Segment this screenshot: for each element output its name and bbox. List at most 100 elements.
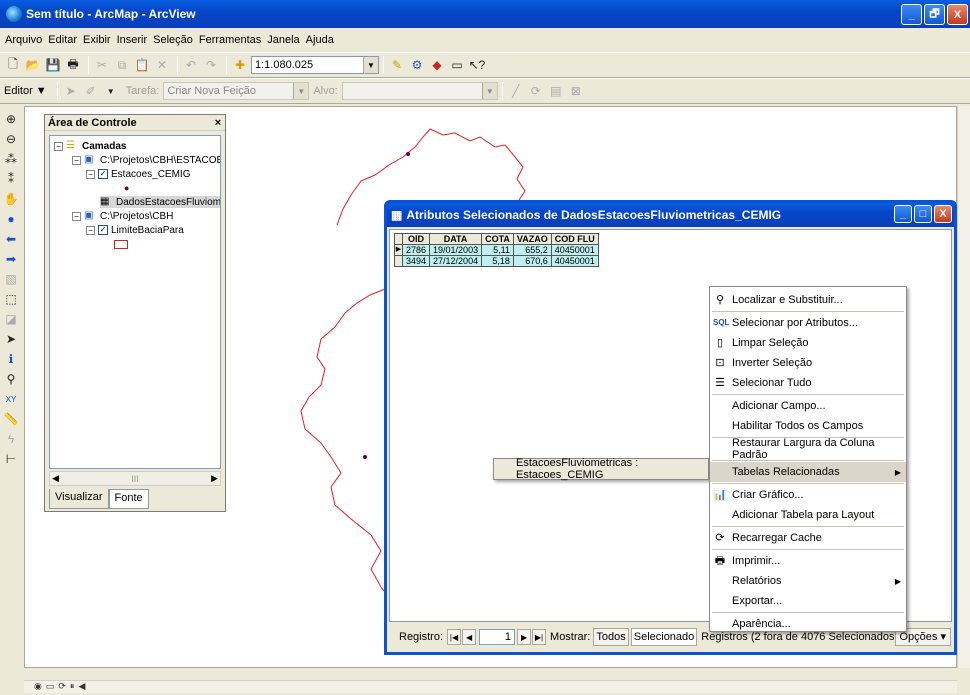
zoom-in-icon[interactable]: ⊕ — [2, 110, 20, 128]
select-elements-icon[interactable]: ▧ — [2, 270, 20, 288]
sketch-dropdown-icon[interactable]: ▼ — [102, 82, 120, 100]
menu-janela[interactable]: Janela — [267, 34, 299, 46]
zoom-out-icon[interactable]: ⊖ — [2, 130, 20, 148]
paste-icon[interactable]: 📋 — [133, 56, 151, 74]
measure-icon[interactable]: 📏 — [2, 410, 20, 428]
collapse-icon[interactable]: − — [72, 155, 81, 165]
scroll-left-icon[interactable]: ◀ — [78, 681, 85, 692]
menu-inserir[interactable]: Inserir — [117, 34, 148, 46]
identify-icon[interactable]: ℹ — [2, 350, 20, 368]
table-cell[interactable]: 3494 — [401, 255, 431, 267]
attributes-icon[interactable]: ▤ — [547, 82, 565, 100]
target-combobox[interactable]: ▼ — [341, 82, 498, 100]
first-record-icon[interactable]: |◀ — [447, 629, 462, 645]
menu-exibir[interactable]: Exibir — [83, 34, 111, 46]
editor-menu[interactable]: Editor ▼ — [4, 85, 47, 97]
menu-item-select-all[interactable]: ☰ Selecionar Tudo — [710, 373, 906, 393]
collapse-icon[interactable]: − — [86, 169, 95, 179]
column-header[interactable]: VAZAO — [512, 233, 552, 245]
table-cell[interactable]: 19/01/2003 — [429, 244, 483, 256]
clear-selected-icon[interactable]: ◪ — [2, 310, 20, 328]
close-button[interactable]: X — [947, 4, 968, 25]
menu-item-enable-all-fields[interactable]: Habilitar Todos os Campos — [710, 416, 906, 436]
collapse-icon[interactable]: − — [54, 141, 63, 151]
editor-toolbar-icon[interactable]: ✎ — [388, 56, 406, 74]
fixed-zoom-in-icon[interactable]: ⁂ — [2, 150, 20, 168]
layer-visibility-checkbox[interactable]: ✓ — [98, 169, 108, 179]
split-tool-icon[interactable]: ╱ — [507, 82, 525, 100]
pointer-icon[interactable]: ➤ — [2, 330, 20, 348]
scroll-left-icon[interactable]: ◀ — [52, 473, 59, 484]
sketch-properties-icon[interactable]: ⊠ — [567, 82, 585, 100]
menu-item-appearance[interactable]: Aparência... — [710, 614, 906, 634]
record-number-input[interactable]: 1 — [479, 629, 516, 645]
maximize-button[interactable]: □ — [914, 205, 932, 223]
menu-item-reports[interactable]: Relatórios ▶ — [710, 571, 906, 591]
menu-ferramentas[interactable]: Ferramentas — [199, 34, 261, 46]
edit-tool-icon[interactable]: ➤ — [62, 82, 80, 100]
table-cell[interactable]: 5,18 — [481, 255, 514, 267]
arctoolbox-icon[interactable]: ⚙ — [408, 56, 426, 74]
close-icon[interactable]: × — [211, 116, 225, 130]
station-point[interactable] — [363, 455, 367, 459]
show-all-button[interactable]: Todos — [593, 628, 629, 646]
refresh-view-icon[interactable]: ⟳ — [58, 681, 66, 692]
menu-item-export[interactable]: Exportar... — [710, 591, 906, 611]
collapse-icon[interactable]: − — [86, 225, 95, 235]
fixed-zoom-out-icon[interactable]: ⁑ — [2, 170, 20, 188]
last-record-icon[interactable]: ▶| — [532, 629, 547, 645]
scale-combobox[interactable]: 1:1.080.025 ▼ — [251, 56, 379, 74]
sketch-tool-icon[interactable]: ✐ — [82, 82, 100, 100]
table-cell[interactable]: 5,11 — [481, 244, 514, 256]
cut-icon[interactable]: ✂ — [93, 56, 111, 74]
layer-visibility-checkbox[interactable]: ✓ — [98, 225, 108, 235]
scroll-right-icon[interactable]: ▶ — [211, 473, 218, 484]
menu-item-restore-column-width[interactable]: Restaurar Largura da Coluna Padrão — [710, 437, 906, 461]
menu-item-print[interactable]: 🖶 Imprimir... — [710, 551, 906, 571]
task-combobox[interactable]: Criar Nova Feição ▼ — [163, 82, 310, 100]
table-cell[interactable]: 670,6 — [512, 255, 552, 267]
find-binoculars-icon[interactable]: ⚲ — [2, 370, 20, 388]
next-record-icon[interactable]: ▶ — [517, 629, 532, 645]
hyperlink-icon[interactable]: ϟ — [2, 430, 20, 448]
tree-layers-root[interactable]: − ☰ Camadas — [54, 140, 126, 152]
menu-item-add-field[interactable]: Adicionar Campo... — [710, 396, 906, 416]
toc-horizontal-scrollbar[interactable]: ◀ III ▶ — [49, 471, 221, 486]
back-arrow-icon[interactable]: ⬅ — [2, 230, 20, 248]
tree-layer-estacoes[interactable]: − ✓ Estacoes_CEMIG — [86, 168, 190, 180]
delete-icon[interactable]: ✕ — [153, 56, 171, 74]
chevron-down-icon[interactable]: ▼ — [293, 83, 309, 99]
previous-record-icon[interactable]: ◀ — [462, 629, 477, 645]
tree-group-estacoes[interactable]: − ▣ C:\Projetos\CBH\ESTACOE — [72, 154, 220, 166]
row-header[interactable] — [394, 255, 403, 267]
table-cell[interactable]: 27/12/2004 — [429, 255, 483, 267]
tree-group-cbh[interactable]: − ▣ C:\Projetos\CBH — [72, 210, 173, 222]
menu-editar[interactable]: Editar — [48, 34, 77, 46]
menu-ajuda[interactable]: Ajuda — [306, 34, 334, 46]
tab-display[interactable]: Visualizar — [49, 489, 109, 509]
save-icon[interactable]: 💾 — [44, 56, 62, 74]
select-features-icon[interactable]: ⬚ — [2, 290, 20, 308]
minimize-button[interactable]: _ — [894, 205, 912, 223]
menu-item-reload-cache[interactable]: ⟳ Recarregar Cache — [710, 528, 906, 548]
tree-table-dados[interactable]: ▦ DadosEstacoesFluviom — [100, 196, 220, 208]
show-selected-button[interactable]: Selecionado — [630, 628, 698, 646]
table-cell[interactable]: 2786 — [401, 244, 431, 256]
print-icon[interactable]: 🖶 — [64, 56, 82, 74]
menu-arquivo[interactable]: Arquivo — [5, 34, 42, 46]
collapse-icon[interactable]: − — [72, 211, 81, 221]
current-row-indicator-icon[interactable]: ▶ — [394, 244, 403, 256]
data-view-icon[interactable]: ◉ — [34, 681, 42, 692]
tree-layer-limite[interactable]: − ✓ LimiteBaciaPara — [86, 224, 184, 236]
table-row[interactable]: 3494 27/12/2004 5,18 670,6 40450001 — [394, 255, 599, 267]
station-point[interactable] — [406, 152, 410, 156]
open-folder-icon[interactable]: 📂 — [24, 56, 42, 74]
add-data-icon[interactable]: ✚ — [231, 56, 249, 74]
table-row[interactable]: ▶ 2786 19/01/2003 5,11 655,2 40450001 — [394, 244, 599, 256]
menu-item-clear-selection[interactable]: ▯ Limpar Seleção — [710, 333, 906, 353]
column-header[interactable]: OID — [401, 233, 431, 245]
menu-item-select-by-attributes[interactable]: SQL Selecionar por Atributos... — [710, 313, 906, 333]
table-cell[interactable]: 40450001 — [550, 255, 599, 267]
rotate-tool-icon[interactable]: ⟳ — [527, 82, 545, 100]
restore-button[interactable]: 🗗 — [924, 4, 945, 25]
